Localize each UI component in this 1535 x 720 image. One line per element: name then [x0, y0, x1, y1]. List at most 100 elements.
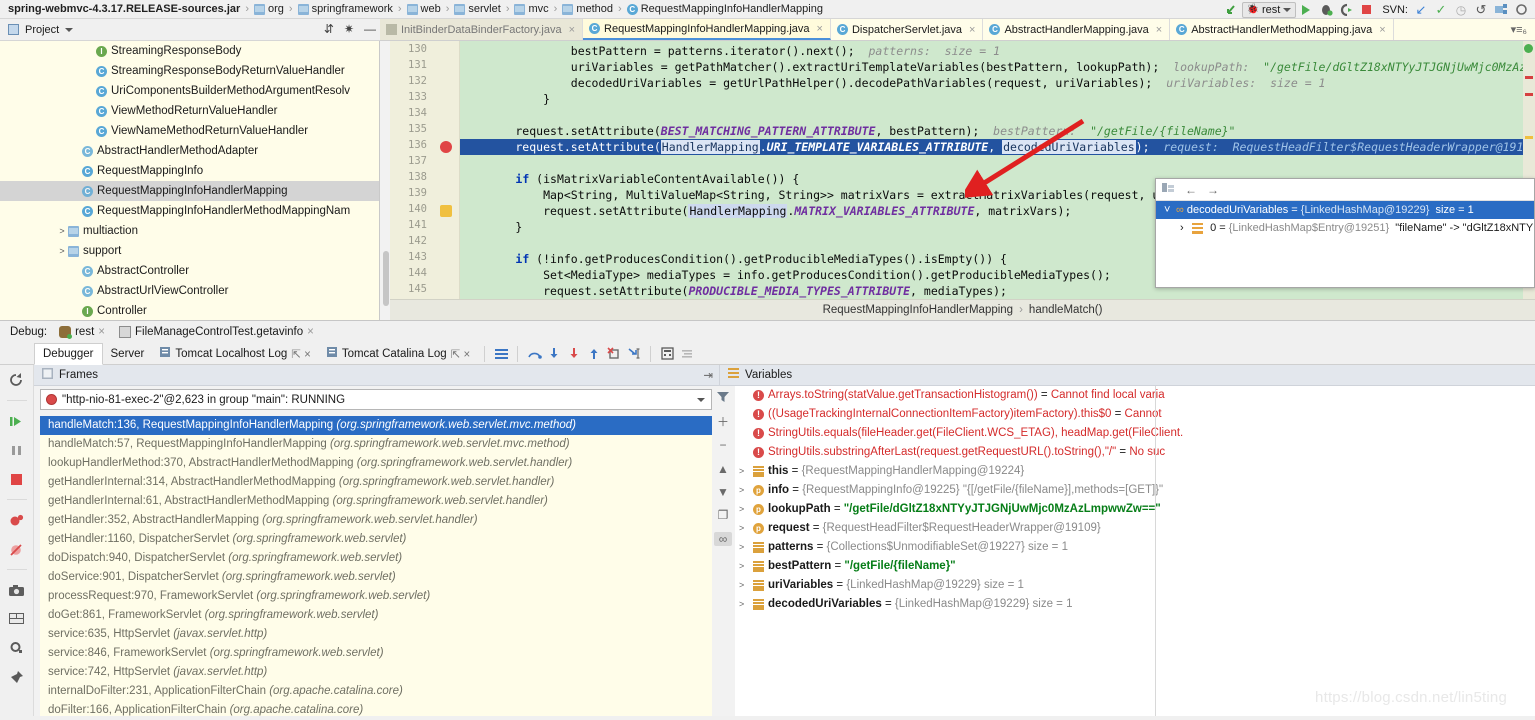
tree-node[interactable]: C AbstractHandlerMethodAdapter	[0, 141, 379, 161]
hide-icon[interactable]: —	[364, 22, 376, 36]
stack-frame-row[interactable]: service:846, FrameworkServlet (org.sprin…	[40, 644, 712, 663]
stack-frame-row[interactable]: getHandler:352, AbstractHandlerMapping (…	[40, 511, 712, 530]
expander-icon[interactable]: >	[739, 538, 753, 557]
variable-value-popup[interactable]: ← → ˅ ∞ decodedUriVariables = {LinkedHash…	[1155, 178, 1535, 288]
breadcrumb-item[interactable]: mvc	[514, 3, 549, 15]
editor-tab[interactable]: InitBinderDataBinderFactory.java ×	[380, 19, 584, 40]
scrollbar-thumb[interactable]	[383, 251, 389, 306]
editor-tab[interactable]: C DispatcherServlet.java ×	[830, 19, 984, 40]
pin-icon[interactable]	[8, 668, 26, 686]
close-icon[interactable]: ×	[969, 24, 975, 36]
popup-variable-row[interactable]: › 0 = {LinkedHashMap$Entry@19251} "fileN…	[1156, 219, 1534, 237]
expander-icon[interactable]: >	[739, 462, 753, 481]
project-tree-scrollbar[interactable]	[383, 41, 389, 320]
error-stripe-mark[interactable]	[1525, 76, 1533, 79]
breadcrumb-item[interactable]: springframework	[297, 3, 393, 15]
svn-update-icon[interactable]: ↙	[1411, 1, 1431, 19]
close-icon[interactable]: ×	[1379, 24, 1385, 36]
variable-row[interactable]: ! Arrays.toString(statValue.getTransactio…	[735, 386, 1535, 405]
editor-tab[interactable]: C RequestMappingInfoHandlerMapping.java ×	[583, 19, 831, 40]
code-line[interactable]: uriVariables = getPathMatcher().extractU…	[460, 59, 1535, 75]
project-tree[interactable]: I StreamingResponseBody C StreamingResponse…	[0, 41, 380, 320]
force-step-into-icon[interactable]	[564, 344, 584, 364]
forward-arrow-icon[interactable]: →	[1207, 183, 1219, 197]
down-icon[interactable]: ▼	[714, 485, 732, 499]
stack-frame-row[interactable]: processRequest:970, FrameworkServlet (or…	[40, 587, 712, 606]
expander-icon[interactable]: >	[739, 595, 753, 614]
popup-variable-row[interactable]: ˅ ∞ decodedUriVariables = {LinkedHashMap@…	[1156, 201, 1534, 219]
run-icon[interactable]	[1296, 1, 1316, 19]
back-arrow-icon[interactable]: ←	[1185, 183, 1197, 197]
debugger-view-tab[interactable]: Debugger	[34, 342, 103, 365]
tab-list-icon[interactable]: ▾≡₆	[1511, 23, 1527, 36]
close-icon[interactable]: ×	[307, 326, 314, 338]
stack-frame-row[interactable]: internalDoFilter:231, ApplicationFilterC…	[40, 682, 712, 701]
svn-browse-icon[interactable]	[1491, 1, 1511, 19]
step-out-icon[interactable]	[584, 344, 604, 364]
run-to-cursor-icon[interactable]	[624, 344, 644, 364]
settings-icon[interactable]	[1511, 1, 1531, 19]
settings-icon[interactable]: ✷	[344, 22, 354, 36]
tree-node[interactable]: C RequestMappingInfoHandlerMethodMappingN…	[0, 201, 379, 221]
code-line[interactable]: decodedUriVariables = getUrlPathHelper()…	[460, 75, 1326, 91]
code-line[interactable]: request.setAttribute(HandlerMapping.MATR…	[460, 203, 1071, 219]
stop-icon[interactable]	[8, 470, 26, 488]
mute-breakpoints-icon[interactable]	[8, 540, 26, 558]
tree-node[interactable]: > support	[0, 241, 379, 261]
variable-row[interactable]: > p lookupPath = "/getFile/dGltZ18xNTYyJTJ…	[735, 500, 1535, 519]
tree-node[interactable]: I StreamingResponseBody	[0, 41, 379, 61]
editor-tab[interactable]: C AbstractHandlerMethodMapping.java ×	[1170, 19, 1394, 40]
tree-node[interactable]: C RequestMappingInfoHandlerMapping	[0, 181, 379, 201]
show-execution-point-icon[interactable]	[491, 344, 511, 364]
detach-icon[interactable]: ⇱ ×	[451, 347, 471, 361]
tree-expander-icon[interactable]: >	[56, 226, 68, 236]
breadcrumb-method[interactable]: handleMatch()	[1029, 304, 1103, 316]
close-icon[interactable]: ×	[98, 326, 105, 338]
chevron-down-icon[interactable]	[65, 27, 74, 32]
variable-row[interactable]: ! StringUtils.substringAfterLast(request.…	[735, 443, 1535, 462]
stack-frame-row[interactable]: doGet:861, FrameworkServlet (org.springf…	[40, 606, 712, 625]
frames-list[interactable]: handleMatch:136, RequestMappingInfoHandl…	[40, 416, 712, 716]
evaluate-expression-icon[interactable]	[657, 344, 677, 364]
expander-icon[interactable]: >	[739, 557, 753, 576]
stack-frame-row[interactable]: getHandlerInternal:61, AbstractHandlerMe…	[40, 492, 712, 511]
code-line[interactable]: }	[460, 91, 550, 107]
tree-node[interactable]: > multiaction	[0, 221, 379, 241]
code-line[interactable]: }	[460, 219, 522, 235]
rerun-icon[interactable]	[8, 371, 26, 389]
run-configuration-selector[interactable]: 🐞 rest	[1241, 1, 1297, 18]
variable-row[interactable]: > uriVariables = {LinkedHashMap@19229} si…	[735, 576, 1535, 595]
pause-icon[interactable]	[8, 441, 26, 459]
settings-icon[interactable]	[8, 639, 26, 657]
close-icon[interactable]: ×	[1156, 24, 1162, 36]
tree-node[interactable]: C UriComponentsBuilderMethodArgumentResol…	[0, 81, 379, 101]
expander-icon[interactable]: >	[739, 481, 753, 500]
variable-row[interactable]: > patterns = {Collections$UnmodifiableSet…	[735, 538, 1535, 557]
back-arrow-icon[interactable]	[1222, 1, 1242, 19]
debug-session-tab[interactable]: FileManageControlTest.getavinfo ×	[113, 322, 320, 343]
stack-frame-row[interactable]: handleMatch:136, RequestMappingInfoHandl…	[40, 416, 712, 435]
view-breakpoints-icon[interactable]	[8, 511, 26, 529]
expander-icon[interactable]: >	[739, 519, 753, 538]
tree-node[interactable]: I Controller	[0, 301, 379, 320]
collapse-all-icon[interactable]: ⇵	[324, 22, 334, 36]
code-line[interactable]: Map<String, MultiValueMap<String, String…	[460, 187, 1201, 203]
stack-frame-row[interactable]: getHandlerInternal:314, AbstractHandlerM…	[40, 473, 712, 492]
thread-selector[interactable]: "http-nio-81-exec-2"@2,623 in group "mai…	[40, 389, 712, 410]
stack-frame-row[interactable]: doService:901, DispatcherServlet (org.sp…	[40, 568, 712, 587]
sort-frames-icon[interactable]	[714, 390, 732, 404]
popup-variable-tree[interactable]: ˅ ∞ decodedUriVariables = {LinkedHashMap@…	[1156, 201, 1534, 237]
breadcrumb-item[interactable]: method	[562, 3, 613, 15]
breadcrumb-class[interactable]: RequestMappingInfoHandlerMapping	[823, 304, 1014, 316]
variables-splitter[interactable]	[1155, 386, 1156, 720]
svn-revert-icon[interactable]: ↺	[1471, 1, 1491, 19]
variable-row[interactable]: > p request = {RequestHeadFilter$RequestHe…	[735, 519, 1535, 538]
code-line[interactable]: Set<MediaType> mediaTypes = info.getProd…	[460, 267, 1111, 283]
tree-node[interactable]: C RequestMappingInfo	[0, 161, 379, 181]
editor-tab[interactable]: C AbstractHandlerMapping.java ×	[983, 19, 1171, 40]
tree-node[interactable]: C StreamingResponseBodyReturnValueHandler	[0, 61, 379, 81]
frames-settings-icon[interactable]: ⇥	[703, 368, 713, 382]
expander-icon[interactable]: ›	[1180, 222, 1192, 234]
copy-value-icon[interactable]	[1162, 182, 1175, 197]
variable-row[interactable]: > bestPattern = "/getFile/{fileName}"	[735, 557, 1535, 576]
